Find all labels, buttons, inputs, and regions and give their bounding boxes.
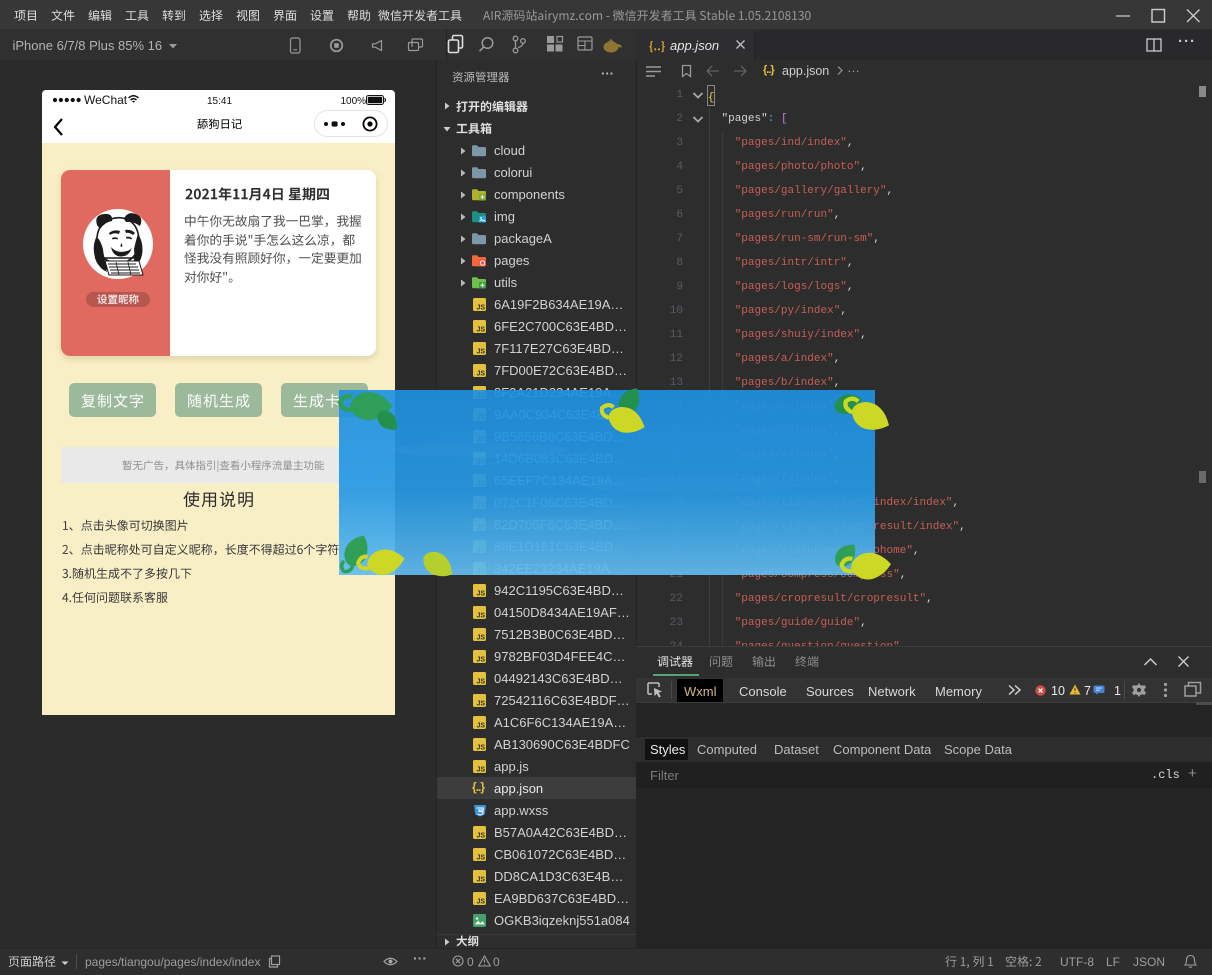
svg-text:JS: JS [476, 678, 485, 685]
svg-text:JS: JS [476, 304, 485, 311]
svg-text:JS: JS [476, 590, 485, 597]
svg-text:JS: JS [476, 700, 485, 707]
svg-text:JS: JS [476, 744, 485, 751]
svg-text:JS: JS [476, 832, 485, 839]
svg-text:JS: JS [476, 370, 485, 377]
svg-text:JS: JS [476, 898, 485, 905]
svg-text:JS: JS [476, 634, 485, 641]
svg-text:JS: JS [476, 612, 485, 619]
svg-text:JS: JS [476, 326, 485, 333]
svg-text:JS: JS [476, 766, 485, 773]
svg-text:JS: JS [476, 656, 485, 663]
svg-text:JS: JS [476, 854, 485, 861]
svg-text:JS: JS [476, 876, 485, 883]
svg-text:JS: JS [476, 722, 485, 729]
svg-text:JS: JS [476, 348, 485, 355]
